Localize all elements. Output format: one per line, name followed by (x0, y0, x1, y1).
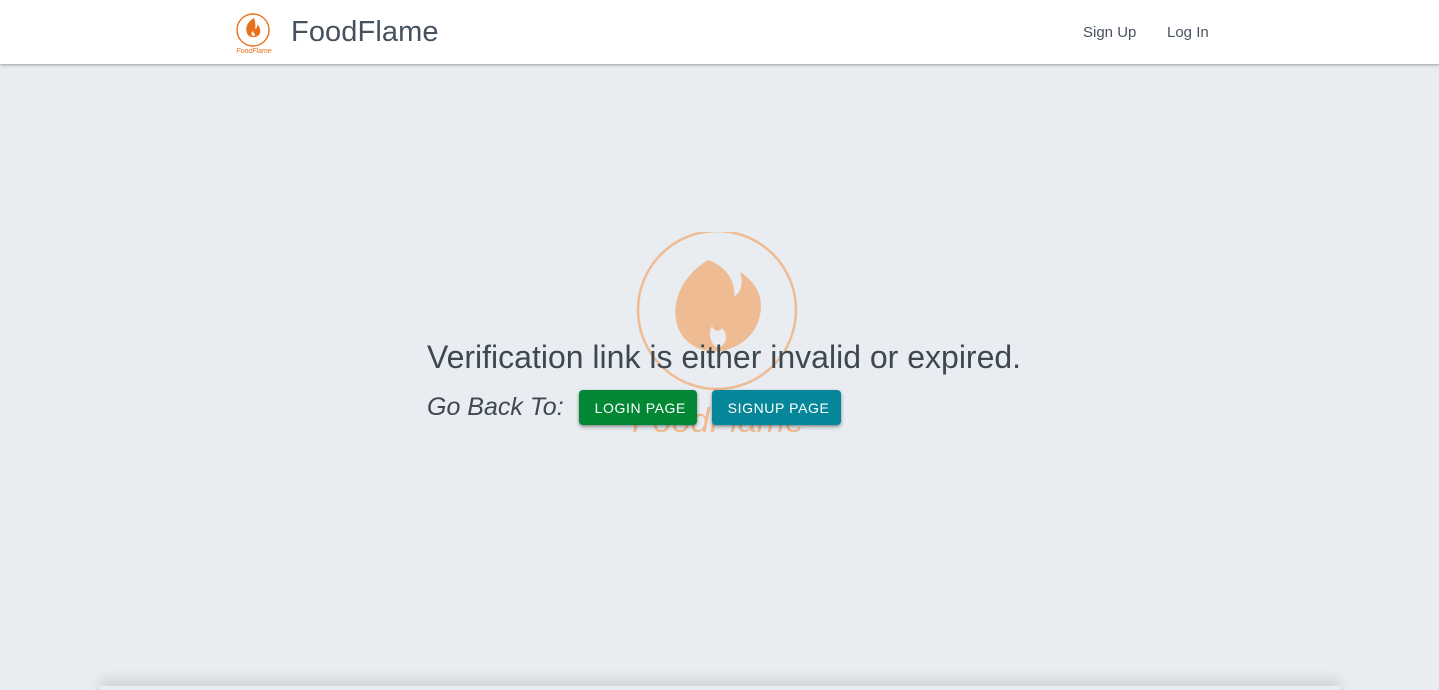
logo-text: FoodFlame (236, 48, 272, 55)
brand[interactable]: FoodFlame FoodFlame (234, 12, 438, 58)
flame-icon (236, 13, 270, 47)
go-back-label: Go Back To: (427, 393, 564, 421)
brand-logo[interactable]: FoodFlame (234, 12, 274, 58)
footer-shadow (100, 686, 1340, 690)
verification-message: Verification link is either invalid or e… (427, 339, 1022, 375)
go-back-row: Go Back To: LOGIN PAGE SIGNUP PAGE (427, 390, 841, 425)
verification-content: Verification link is either invalid or e… (427, 338, 1022, 425)
signup-page-button[interactable]: SIGNUP PAGE (711, 390, 841, 425)
nav-login-link[interactable]: Log In (1167, 24, 1209, 41)
nav-signup-link[interactable]: Sign Up (1083, 24, 1136, 41)
navbar: FoodFlame FoodFlame Sign Up Log In (0, 0, 1439, 64)
login-page-button[interactable]: LOGIN PAGE (578, 390, 697, 425)
brand-name[interactable]: FoodFlame (291, 16, 439, 49)
